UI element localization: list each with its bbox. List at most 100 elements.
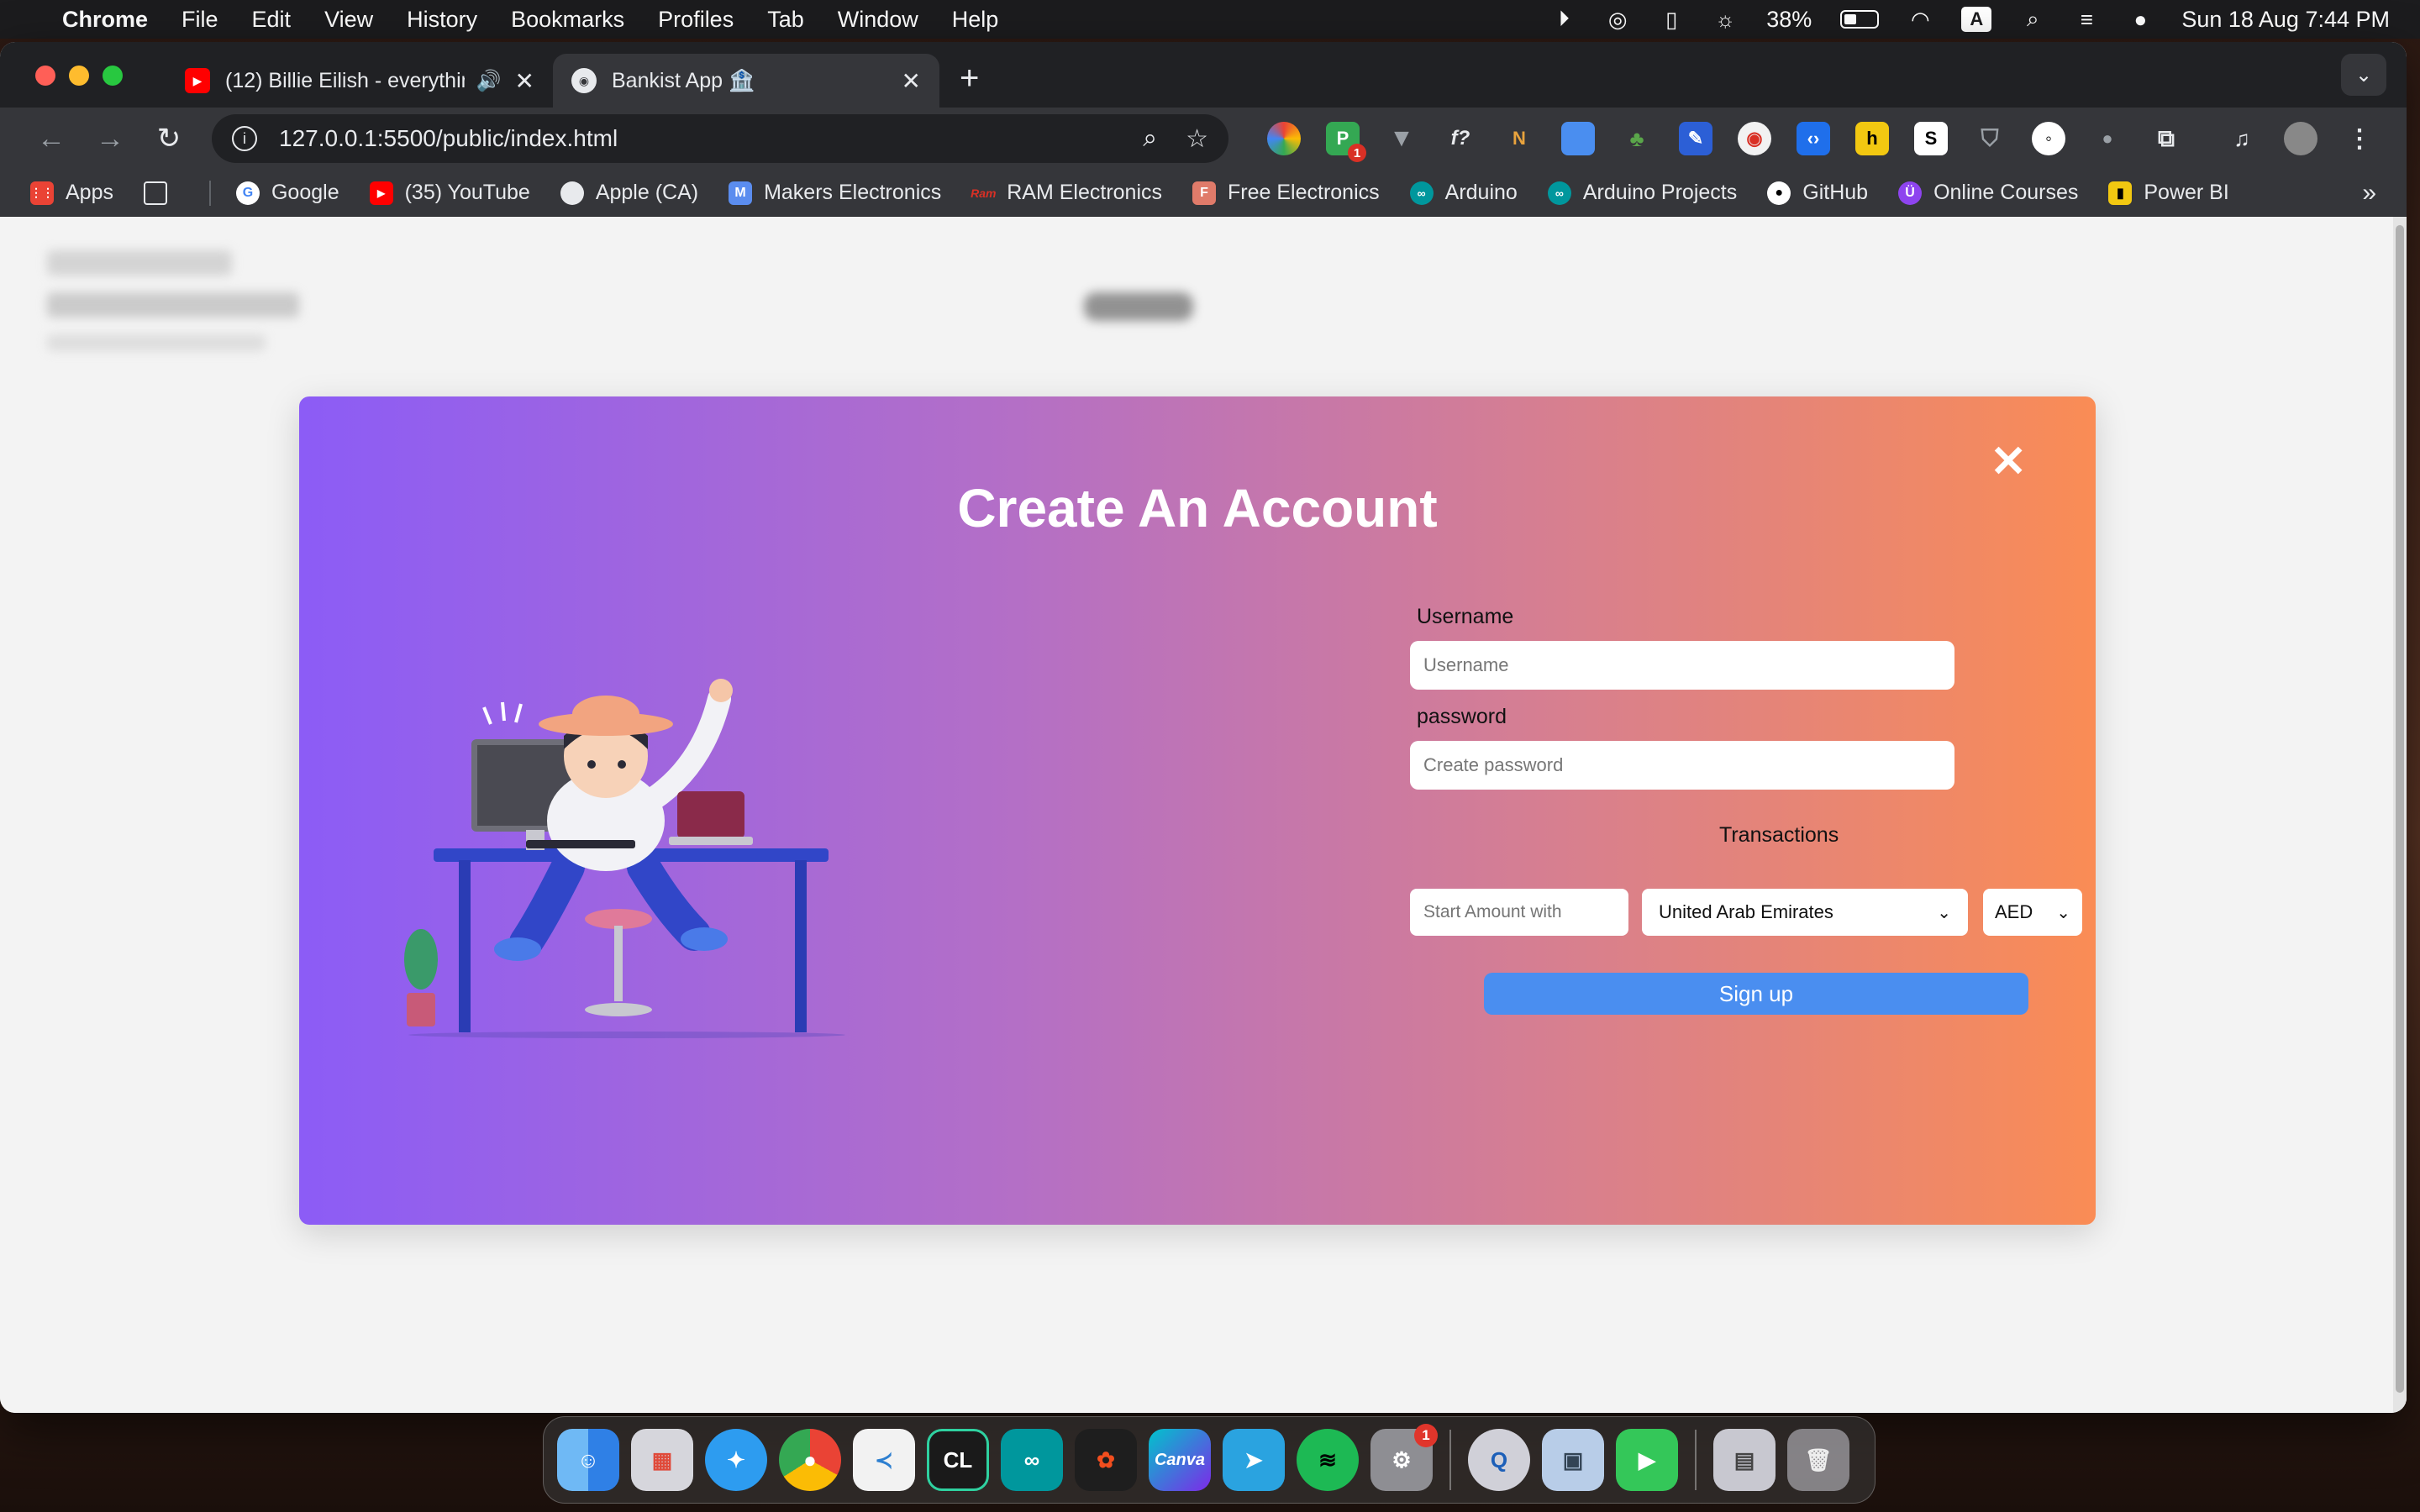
bookmark-apple[interactable]: Apple (CA) (560, 181, 698, 205)
menu-edit[interactable]: Edit (252, 7, 292, 33)
launchpad-icon[interactable]: ▦ (631, 1429, 693, 1491)
tab-bankist[interactable]: ◉ Bankist App 🏦 ✕ (553, 54, 939, 108)
spotify-icon[interactable]: ≋ (1297, 1429, 1359, 1491)
menu-history[interactable]: History (407, 7, 477, 33)
menu-profiles[interactable]: Profiles (658, 7, 734, 33)
zoom-icon[interactable]: ⌕ (1143, 124, 1157, 153)
control-center-icon[interactable]: ≡ (2074, 7, 2099, 32)
vscode-icon[interactable]: ≺ (853, 1429, 915, 1491)
battery-icon[interactable] (1840, 10, 1880, 29)
bookmark-free-electronics[interactable]: F Free Electronics (1192, 181, 1380, 205)
bookmark-power-bi[interactable]: ▮ Power BI (2108, 181, 2229, 205)
brightness-icon[interactable]: ☼ (1712, 7, 1738, 32)
extensions-puzzle-icon[interactable]: ⧉ (2149, 122, 2183, 155)
extension-icon[interactable]: P1 (1326, 122, 1366, 162)
downloads-stack-icon[interactable]: ▤ (1713, 1429, 1776, 1491)
clock[interactable]: Sun 18 Aug 7:44 PM (2181, 7, 2390, 33)
forward-button[interactable]: → (81, 123, 139, 155)
username-input[interactable] (1410, 641, 1954, 690)
currency-select[interactable]: AED ⌄ (1983, 889, 2082, 936)
wifi-icon[interactable]: ◠ (1907, 7, 1933, 32)
menu-app-name[interactable]: Chrome (62, 7, 148, 33)
safari-icon[interactable]: ✦ (705, 1429, 767, 1491)
bookmark-arduino[interactable]: ∞ Arduino (1409, 181, 1518, 205)
profile-avatar[interactable] (2284, 122, 2317, 155)
apple-icon (560, 181, 584, 205)
password-input[interactable] (1410, 741, 1954, 790)
minimize-window-button[interactable] (69, 66, 89, 86)
code-extension-icon[interactable]: ‹› (1797, 122, 1830, 155)
airdrop-icon[interactable]: ◎ (1605, 7, 1630, 32)
bookmark-apps[interactable]: ⋮⋮ Apps (30, 181, 113, 205)
play-icon[interactable]: ⏵ (1551, 6, 1576, 32)
facetime-icon[interactable]: ▶ (1616, 1429, 1678, 1491)
clion-icon[interactable]: CL (927, 1429, 989, 1491)
menu-help[interactable]: Help (952, 7, 999, 33)
gray-extension-icon[interactable]: ● (2091, 122, 2124, 155)
close-window-button[interactable] (35, 66, 55, 86)
bookmark-ram-electronics[interactable]: Ram RAM Electronics (971, 181, 1162, 205)
tab-search-button[interactable]: ⌄ (2341, 54, 2386, 96)
signup-button[interactable]: Sign up (1484, 973, 2028, 1015)
bookmark-github[interactable]: ● GitHub (1767, 181, 1868, 205)
shield-extension-icon[interactable]: ⛉ (1973, 122, 2007, 155)
menu-file[interactable]: File (182, 7, 218, 33)
finder-icon[interactable]: ☺ (557, 1429, 619, 1491)
tab-strip: ▶ (12) Billie Eilish - everything 🔊 ✕ ◉ … (0, 42, 2407, 108)
notion-extension-icon[interactable]: N (1502, 122, 1536, 155)
tree-extension-icon[interactable]: ♣ (1620, 122, 1654, 155)
close-tab-icon[interactable]: ✕ (902, 67, 921, 95)
speaker-icon[interactable]: 🔊 (476, 69, 502, 93)
bookmark-google[interactable]: G Google (235, 181, 339, 205)
vue-devtools-icon[interactable]: ▼ (1385, 122, 1418, 155)
back-button[interactable]: ← (22, 123, 81, 155)
telegram-icon[interactable]: ➤ (1223, 1429, 1285, 1491)
bookmark-makers-electronics[interactable]: M Makers Electronics (729, 181, 941, 205)
scrollbar-thumb[interactable] (2396, 225, 2404, 1393)
trash-icon[interactable]: 🗑 (1787, 1429, 1849, 1491)
sidebar-icon[interactable]: ▯ (1659, 7, 1684, 32)
bookmark-tab-groups[interactable] (143, 181, 179, 205)
figma-icon[interactable]: ✿ (1075, 1429, 1137, 1491)
color-picker-extension-icon[interactable] (1267, 122, 1301, 155)
bookmark-online-courses[interactable]: Ü Online Courses (1898, 181, 2078, 205)
canva-icon[interactable]: Canva (1149, 1429, 1211, 1491)
input-source-icon[interactable]: A (1961, 7, 1992, 32)
site-info-icon[interactable]: i (232, 126, 257, 151)
bookmark-star-icon[interactable]: ☆ (1186, 124, 1208, 154)
url-text[interactable]: 127.0.0.1:5500/public/index.html (279, 125, 1114, 152)
dock-divider (1695, 1430, 1697, 1490)
bookmarks-overflow-icon[interactable]: » (2362, 179, 2376, 207)
page-scrollbar[interactable] (2393, 217, 2407, 1413)
new-tab-button[interactable]: + (960, 60, 979, 97)
tab-youtube[interactable]: ▶ (12) Billie Eilish - everything 🔊 ✕ (166, 54, 553, 108)
reload-button[interactable]: ↻ (139, 122, 198, 155)
country-select[interactable]: United Arab Emirates ⌄ (1642, 889, 1968, 936)
close-tab-icon[interactable]: ✕ (515, 67, 534, 95)
fonts-extension-icon[interactable]: f? (1444, 122, 1477, 155)
menu-window[interactable]: Window (838, 7, 918, 33)
chrome-menu-icon[interactable]: ⋮ (2343, 122, 2376, 155)
menu-view[interactable]: View (324, 7, 373, 33)
menu-bookmarks[interactable]: Bookmarks (511, 7, 624, 33)
highlight-extension-icon[interactable]: h (1855, 122, 1889, 155)
system-settings-icon[interactable]: ⚙ 1 (1370, 1424, 1438, 1491)
eye-extension-icon[interactable]: ◉ (1738, 122, 1771, 155)
bookmark-arduino-projects[interactable]: ∞ Arduino Projects (1547, 181, 1737, 205)
menu-tab[interactable]: Tab (767, 7, 804, 33)
start-amount-input[interactable] (1410, 889, 1628, 936)
wappalyzer-extension-icon[interactable]: ◦ (2032, 122, 2065, 155)
quicktime-icon[interactable]: Q (1468, 1429, 1530, 1491)
s-extension-icon[interactable]: S (1914, 122, 1948, 155)
preview-icon[interactable]: ▣ (1542, 1429, 1604, 1491)
siri-icon[interactable]: ● (2128, 7, 2153, 32)
bookmark-youtube[interactable]: ▶ (35) YouTube (369, 181, 530, 205)
zoom-window-button[interactable] (103, 66, 123, 86)
arduino-icon[interactable]: ∞ (1001, 1429, 1063, 1491)
chrome-icon[interactable]: ● (779, 1429, 841, 1491)
address-bar[interactable]: i 127.0.0.1:5500/public/index.html ⌕ ☆ (212, 114, 1228, 163)
pen-extension-icon[interactable]: ✎ (1679, 122, 1712, 155)
spotlight-search-icon[interactable]: ⌕ (2020, 6, 2045, 32)
media-controls-icon[interactable]: ♫ (2225, 122, 2259, 155)
docs-extension-icon[interactable] (1561, 122, 1595, 155)
